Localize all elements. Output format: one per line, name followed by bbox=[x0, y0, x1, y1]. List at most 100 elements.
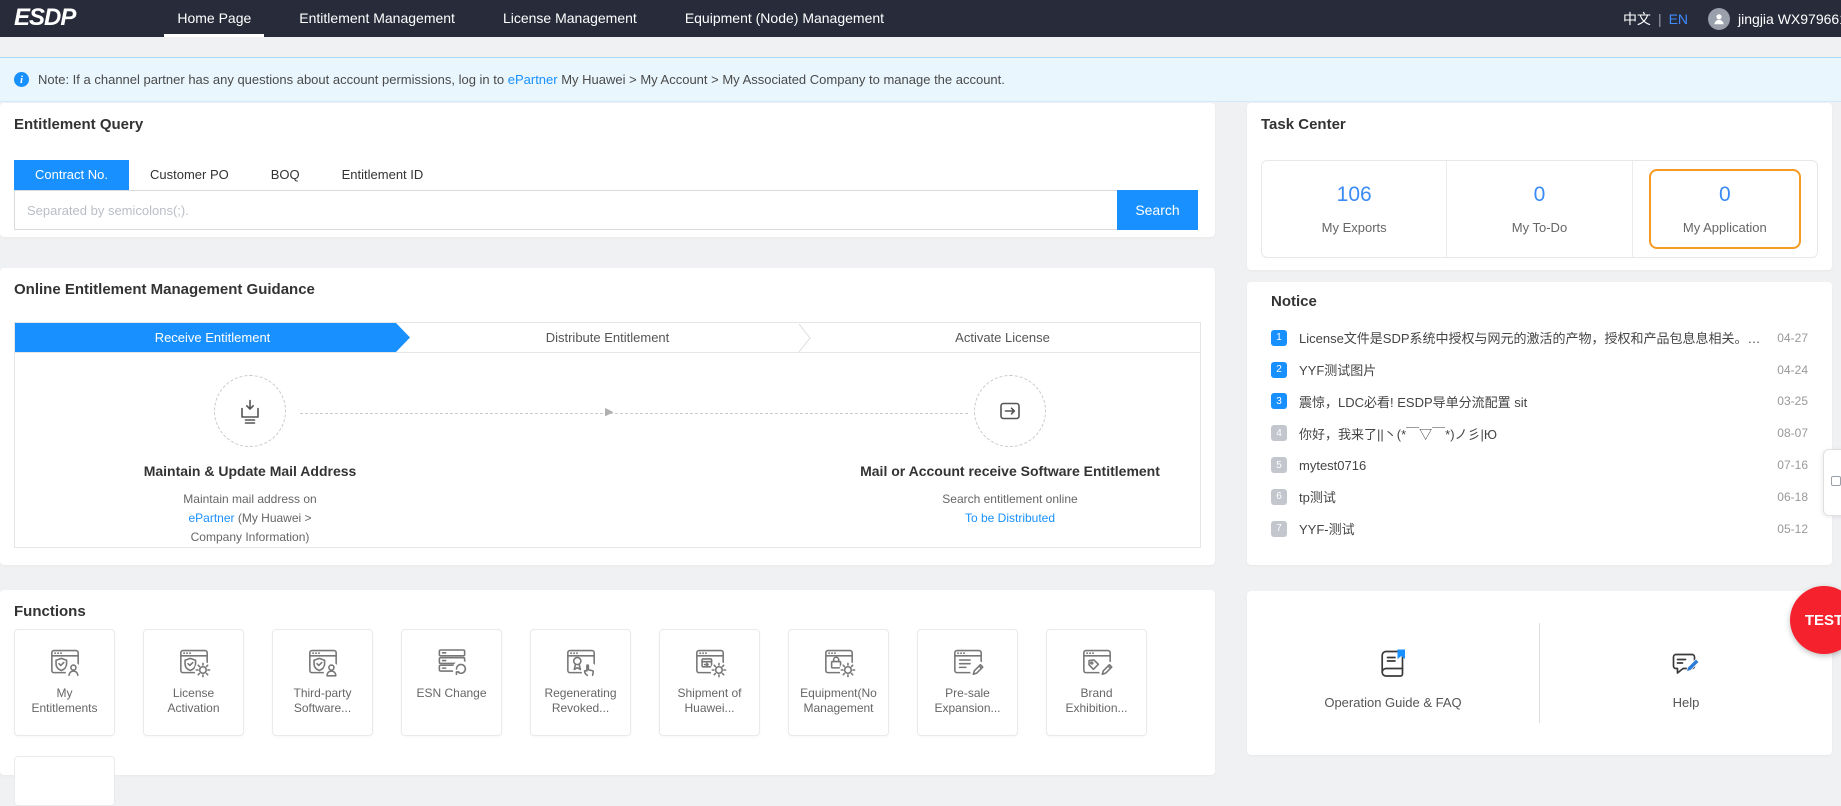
entitlement-query-title: Entitlement Query bbox=[14, 116, 143, 133]
floating-toolbar[interactable] bbox=[1823, 449, 1841, 516]
notice-link[interactable]: 你好，我来了||丶(*￣▽￣*)ノ彡|Ю bbox=[1299, 424, 1767, 443]
tab-entitlement-id[interactable]: Entitlement ID bbox=[321, 160, 445, 190]
window-ribbon-hand-icon bbox=[561, 642, 601, 678]
receive-circle bbox=[214, 375, 286, 447]
guide-book-icon bbox=[1374, 646, 1412, 682]
function-equipment-node-management[interactable]: Equipment(No Management bbox=[788, 629, 889, 736]
notice-link[interactable]: mytest0716 bbox=[1299, 458, 1767, 473]
step-chevron-icon bbox=[798, 323, 812, 353]
notice-rank-badge: 4 bbox=[1271, 425, 1287, 441]
top-nav: ESDP Home Page Entitlement Management Li… bbox=[0, 0, 1841, 37]
task-center-title: Task Center bbox=[1261, 116, 1346, 133]
my-exports-count: 106 bbox=[1337, 183, 1372, 207]
function-my-entitlements[interactable]: My Entitlements bbox=[14, 629, 115, 736]
stat-my-todo[interactable]: 0 My To-Do bbox=[1446, 161, 1631, 257]
my-application-count: 0 bbox=[1719, 183, 1731, 207]
tab-contract-no[interactable]: Contract No. bbox=[14, 160, 129, 190]
notice-card: Notice 1 License文件是SDP系统中授权与网元的激活的产物，授权和… bbox=[1247, 282, 1832, 565]
tab-boq[interactable]: BOQ bbox=[250, 160, 321, 190]
window-shield-user-icon bbox=[45, 642, 85, 678]
search-button[interactable]: Search bbox=[1117, 190, 1198, 230]
note-bar: i Note: If a channel partner has any que… bbox=[0, 57, 1841, 102]
function-regenerating-revoked[interactable]: Regenerating Revoked... bbox=[530, 629, 631, 736]
window-doc-pencil-icon bbox=[948, 642, 988, 678]
task-center-card: Task Center 106 My Exports 0 My To-Do 0 … bbox=[1247, 103, 1832, 270]
functions-title: Functions bbox=[14, 603, 86, 620]
notice-rank-badge: 1 bbox=[1271, 330, 1287, 346]
nav-item-entitlement-management[interactable]: Entitlement Management bbox=[286, 0, 468, 37]
highlight-border bbox=[1649, 169, 1801, 249]
functions-card: Functions My Entitlements License Activa… bbox=[0, 590, 1215, 775]
tab-customer-po[interactable]: Customer PO bbox=[129, 160, 250, 190]
function-esn-change[interactable]: ESN Change bbox=[401, 629, 502, 736]
notice-item: 3 震惊，LDC必看! ESDP导单分流配置 sit 03-25 bbox=[1271, 386, 1808, 418]
mail-address-detail: Maintain mail address on ePartner (My Hu… bbox=[110, 490, 390, 547]
operation-guide-faq[interactable]: Operation Guide & FAQ bbox=[1247, 636, 1539, 710]
user-avatar[interactable] bbox=[1708, 8, 1730, 30]
guidance-steps: Receive Entitlement Distribute Entitleme… bbox=[15, 323, 1200, 353]
query-tabs: Contract No. Customer PO BOQ Entitlement… bbox=[14, 160, 444, 190]
mail-address-heading: Maintain & Update Mail Address bbox=[110, 463, 390, 479]
function-brand-exhibition[interactable]: Brand Exhibition... bbox=[1046, 629, 1147, 736]
function-pre-sale-expansion[interactable]: Pre-sale Expansion... bbox=[917, 629, 1018, 736]
window-shield-person-icon bbox=[303, 642, 343, 678]
lang-divider: | bbox=[1658, 11, 1662, 27]
query-row: Search bbox=[14, 190, 1198, 230]
notice-date: 07-16 bbox=[1777, 458, 1808, 472]
mail-circle bbox=[974, 375, 1046, 447]
flow-arrow-icon: ▶ bbox=[605, 405, 613, 418]
app-logo: ESDP bbox=[14, 0, 75, 37]
query-input[interactable] bbox=[14, 190, 1117, 230]
lang-switch-zh[interactable]: 中文 bbox=[1623, 9, 1651, 29]
notice-date: 03-25 bbox=[1777, 394, 1808, 408]
to-be-distributed-link[interactable]: To be Distributed bbox=[965, 511, 1055, 525]
function-shipment-of-huawei[interactable]: Shipment of Huawei... bbox=[659, 629, 760, 736]
guidance-box: Receive Entitlement Distribute Entitleme… bbox=[14, 322, 1201, 548]
epartner-link-guidance[interactable]: ePartner bbox=[188, 511, 234, 525]
main-nav: Home Page Entitlement Management License… bbox=[153, 0, 908, 37]
step-receive-entitlement[interactable]: Receive Entitlement bbox=[15, 323, 410, 352]
notice-date: 06-18 bbox=[1777, 490, 1808, 504]
stat-my-application[interactable]: 0 My Application bbox=[1632, 161, 1817, 257]
note-text: Note: If a channel partner has any quest… bbox=[38, 72, 1005, 87]
notice-rank-badge: 3 bbox=[1271, 393, 1287, 409]
guidance-content: ▶ Maintain & Update Mail Address Maintai… bbox=[15, 353, 1200, 547]
notice-item: 6 tp测试 06-18 bbox=[1271, 481, 1808, 513]
server-refresh-icon bbox=[432, 642, 472, 678]
notice-item: 7 YYF-测试 05-12 bbox=[1271, 513, 1808, 545]
window-box-gear-icon bbox=[690, 642, 730, 678]
notice-date: 05-12 bbox=[1777, 522, 1808, 536]
step-distribute-entitlement[interactable]: Distribute Entitlement bbox=[410, 323, 805, 352]
info-icon: i bbox=[14, 72, 29, 87]
step-activate-license[interactable]: Activate License bbox=[805, 323, 1200, 352]
epartner-link[interactable]: ePartner bbox=[508, 72, 558, 87]
person-icon bbox=[1712, 12, 1726, 26]
username[interactable]: jingjia WX979661 bbox=[1738, 11, 1841, 27]
help-panel-card: Operation Guide & FAQ Help bbox=[1247, 591, 1832, 755]
notice-link[interactable]: 震惊，LDC必看! ESDP导单分流配置 sit bbox=[1299, 392, 1767, 411]
notice-date: 04-27 bbox=[1777, 331, 1808, 345]
help[interactable]: Help bbox=[1540, 636, 1832, 710]
function-card-partial[interactable] bbox=[14, 756, 115, 806]
notice-link[interactable]: License文件是SDP系统中授权与网元的激活的产物，授权和产品包息息相关。打… bbox=[1299, 328, 1767, 347]
function-license-activation[interactable]: License Activation bbox=[143, 629, 244, 736]
nav-item-home[interactable]: Home Page bbox=[164, 0, 264, 37]
nav-item-equipment-management[interactable]: Equipment (Node) Management bbox=[672, 0, 897, 37]
notice-rank-badge: 7 bbox=[1271, 521, 1287, 537]
function-third-party-software[interactable]: Third-party Software... bbox=[272, 629, 373, 736]
notice-title: Notice bbox=[1271, 293, 1317, 310]
notice-list: 1 License文件是SDP系统中授权与网元的激活的产物，授权和产品包息息相关… bbox=[1271, 322, 1808, 545]
lang-switch-en[interactable]: EN bbox=[1669, 11, 1688, 27]
notice-rank-badge: 2 bbox=[1271, 362, 1287, 378]
nav-item-license-management[interactable]: License Management bbox=[490, 0, 650, 37]
notice-link[interactable]: tp测试 bbox=[1299, 487, 1767, 506]
guidance-step-receive-software: Mail or Account receive Software Entitle… bbox=[795, 375, 1225, 528]
notice-link[interactable]: YYF测试图片 bbox=[1299, 360, 1767, 379]
receive-entitlement-icon bbox=[232, 393, 268, 429]
nav-right: 中文 | EN jingjia WX979661 bbox=[1623, 0, 1841, 37]
notice-item: 2 YYF测试图片 04-24 bbox=[1271, 354, 1808, 386]
window-tag-pencil-icon bbox=[1077, 642, 1117, 678]
toolbar-glyph-icon bbox=[1831, 476, 1841, 486]
notice-link[interactable]: YYF-测试 bbox=[1299, 519, 1767, 538]
stat-my-exports[interactable]: 106 My Exports bbox=[1262, 161, 1446, 257]
